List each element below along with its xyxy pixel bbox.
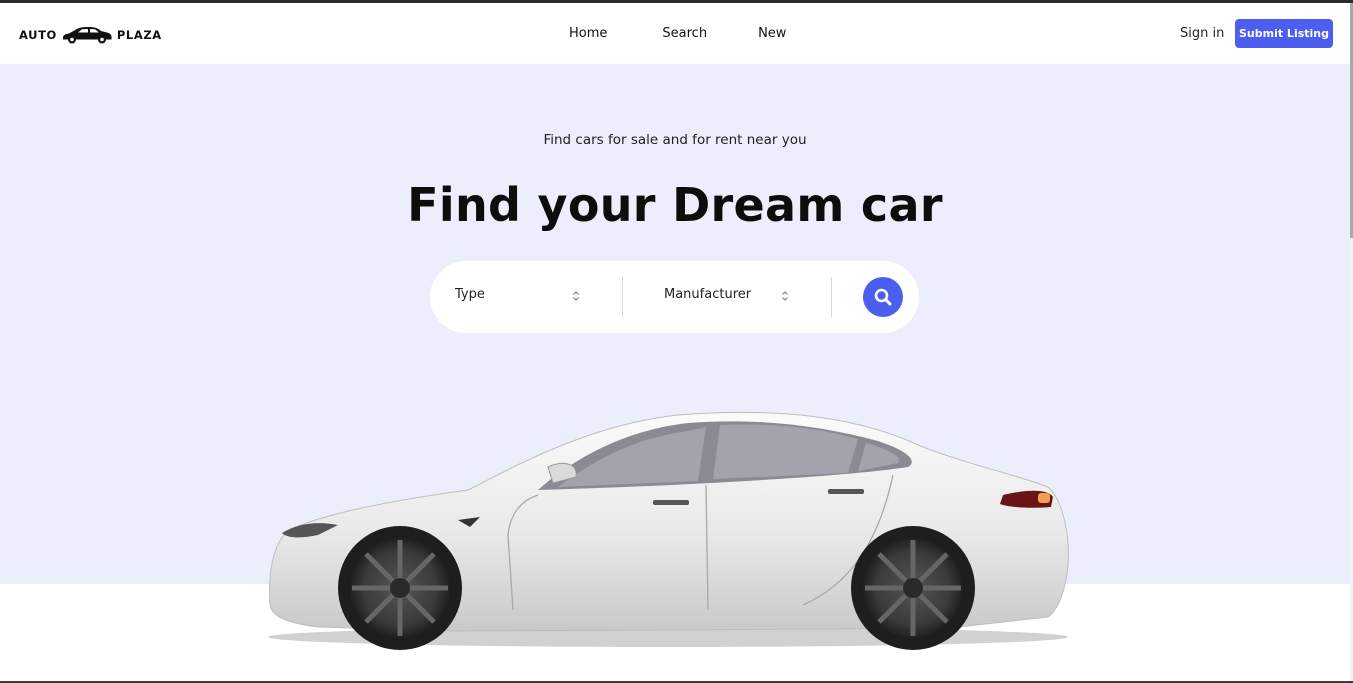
hero-title: Find your Dream car	[407, 178, 943, 232]
manufacturer-select-value: Manufacturer	[664, 287, 752, 302]
hero-car-image	[268, 411, 1069, 650]
type-select[interactable]: Type	[455, 287, 580, 307]
manufacturer-select[interactable]: Manufacturer	[664, 287, 789, 307]
hero-subtitle: Find cars for sale and for rent near you	[543, 132, 807, 148]
search-divider	[831, 277, 832, 317]
brand-logo[interactable]: AUTO PLAZA	[19, 25, 162, 45]
brand-text-left: AUTO	[19, 28, 57, 42]
chevron-updown-icon	[782, 291, 788, 301]
search-bar: Type Manufacturer	[430, 261, 919, 333]
main-nav: Home Search New	[569, 26, 786, 41]
nav-link-search[interactable]: Search	[662, 26, 707, 41]
navbar: AUTO PLAZA Home Search New Sign in Submi…	[0, 3, 1350, 64]
page: AUTO PLAZA Home Search New Sign in Submi…	[0, 0, 1353, 683]
type-select-value: Type	[455, 287, 485, 302]
nav-link-new[interactable]: New	[758, 26, 786, 41]
search-divider	[622, 277, 623, 317]
search-icon	[874, 288, 892, 306]
car-logo-icon	[62, 27, 112, 44]
chevron-updown-icon	[573, 291, 579, 301]
search-button[interactable]	[863, 277, 903, 317]
nav-link-home[interactable]: Home	[569, 26, 607, 41]
sign-in-link[interactable]: Sign in	[1180, 26, 1224, 41]
brand-text-right: PLAZA	[116, 28, 162, 42]
submit-listing-button[interactable]: Submit Listing	[1235, 19, 1333, 48]
